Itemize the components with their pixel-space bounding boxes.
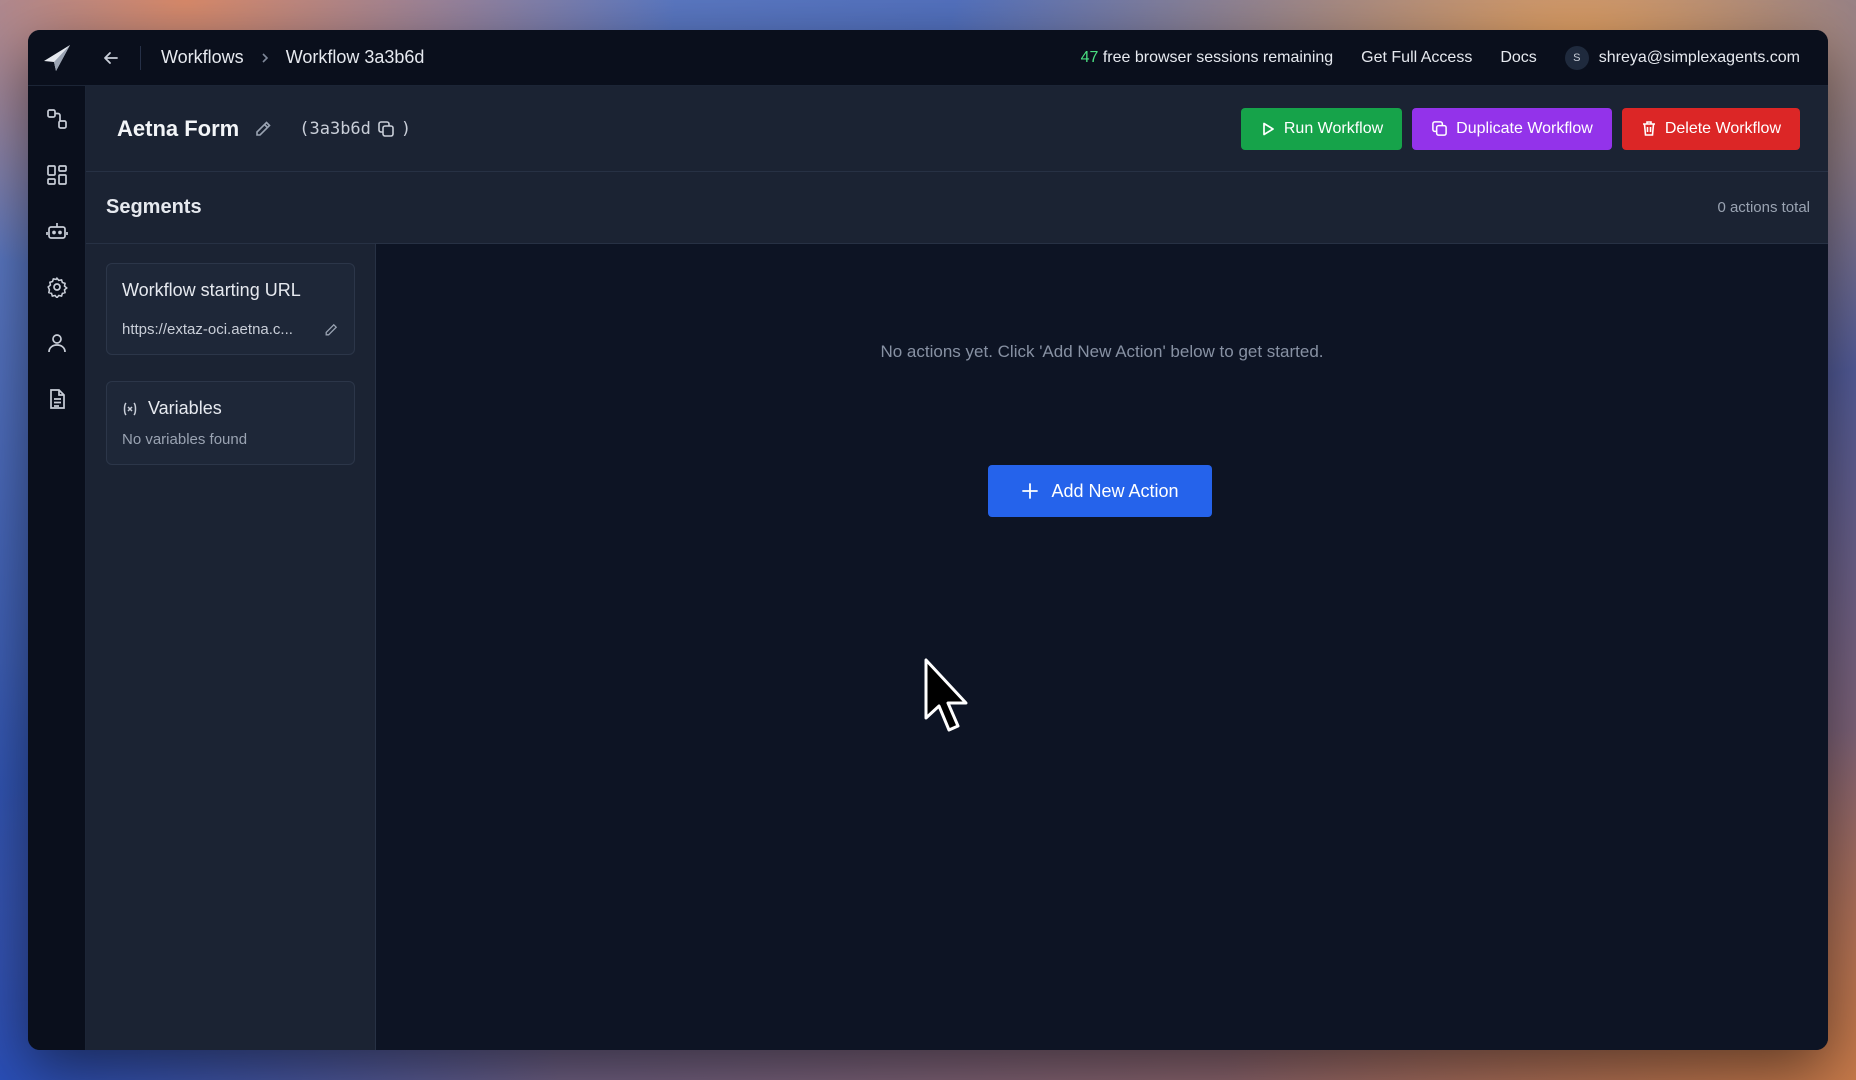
user-email: shreya@simplexagents.com <box>1598 48 1800 66</box>
chevron-right-icon <box>260 52 270 64</box>
logo-icon[interactable] <box>28 30 86 86</box>
variables-empty: No variables found <box>122 431 248 448</box>
sessions-count: 47 <box>1080 48 1099 66</box>
run-workflow-label: Run Workflow <box>1283 119 1384 137</box>
variables-title: Variables <box>148 398 222 418</box>
header-actions: Run Workflow Duplicate Workflow Delete W… <box>1240 107 1800 150</box>
document-icon[interactable] <box>44 386 70 412</box>
add-new-action-label: Add New Action <box>1051 480 1179 501</box>
variables-card: Variables No variables found <box>106 381 355 465</box>
pencil-icon[interactable] <box>253 119 273 139</box>
copy-icon[interactable] <box>377 120 395 138</box>
duplicate-workflow-label: Duplicate Workflow <box>1456 119 1593 137</box>
sidebar <box>28 86 86 1050</box>
segments-bar: Segments 0 actions total <box>86 172 1828 244</box>
actions-count: 0 actions total <box>1717 199 1810 216</box>
segments-title: Segments <box>106 196 202 218</box>
cursor-icon <box>924 658 972 739</box>
divider <box>140 45 141 70</box>
gear-icon[interactable] <box>44 274 70 300</box>
play-icon <box>1263 122 1274 135</box>
top-bar: Workflows Workflow 3a3b6d 47 free browse… <box>28 30 1828 86</box>
run-workflow-button[interactable]: Run Workflow <box>1240 107 1403 150</box>
docs-link[interactable]: Docs <box>1500 49 1536 67</box>
duplicate-workflow-button[interactable]: Duplicate Workflow <box>1412 107 1612 150</box>
workflow-body: Workflow starting URL https://extaz-oci.… <box>86 244 1828 1050</box>
empty-state-text: No actions yet. Click 'Add New Action' b… <box>880 342 1324 361</box>
sessions-text: free browser sessions remaining <box>1102 48 1334 66</box>
workflow-id-close: ) <box>400 118 412 139</box>
page-title: Aetna Form <box>117 115 240 141</box>
duplicate-icon <box>1432 121 1448 136</box>
pencil-icon[interactable] <box>323 322 339 338</box>
workflow-header: Aetna Form (3a3b6d ) Run Workflow Duplic… <box>86 86 1828 172</box>
dashboard-icon[interactable] <box>44 162 70 188</box>
actions-area: No actions yet. Click 'Add New Action' b… <box>376 244 1828 1050</box>
workflows-icon[interactable] <box>44 106 70 132</box>
starting-url-row: https://extaz-oci.aetna.c... <box>122 321 339 338</box>
bot-icon[interactable] <box>44 218 70 244</box>
avatar: S <box>1564 45 1589 70</box>
starting-url-value: https://extaz-oci.aetna.c... <box>122 321 293 338</box>
trash-icon <box>1642 121 1655 136</box>
breadcrumb-workflows[interactable]: Workflows <box>161 47 244 68</box>
user-menu[interactable]: S shreya@simplexagents.com <box>1564 45 1800 70</box>
top-right: 47 free browser sessions remaining Get F… <box>1081 45 1828 70</box>
app-window: Workflows Workflow 3a3b6d 47 free browse… <box>28 30 1828 1050</box>
starting-url-card: Workflow starting URL https://extaz-oci.… <box>106 263 355 355</box>
breadcrumb-current: Workflow 3a3b6d <box>285 47 425 67</box>
plus-icon <box>1022 483 1039 499</box>
variables-header: Variables <box>122 398 339 419</box>
workflow-id: (3a3b6d ) <box>299 119 411 139</box>
segments-panel: Workflow starting URL https://extaz-oci.… <box>86 244 376 1050</box>
variable-icon <box>123 401 137 416</box>
user-icon[interactable] <box>44 330 70 356</box>
delete-workflow-label: Delete Workflow <box>1664 119 1781 137</box>
starting-url-title: Workflow starting URL <box>122 280 301 300</box>
content: Aetna Form (3a3b6d ) Run Workflow Duplic… <box>86 86 1828 1050</box>
sessions-remaining: 47 free browser sessions remaining <box>1081 49 1334 67</box>
add-new-action-button[interactable]: Add New Action <box>988 465 1212 517</box>
back-arrow-icon[interactable] <box>94 41 128 75</box>
workflow-id-open: (3a3b6d <box>299 118 371 139</box>
delete-workflow-button[interactable]: Delete Workflow <box>1621 107 1800 150</box>
get-full-access-link[interactable]: Get Full Access <box>1361 49 1472 67</box>
